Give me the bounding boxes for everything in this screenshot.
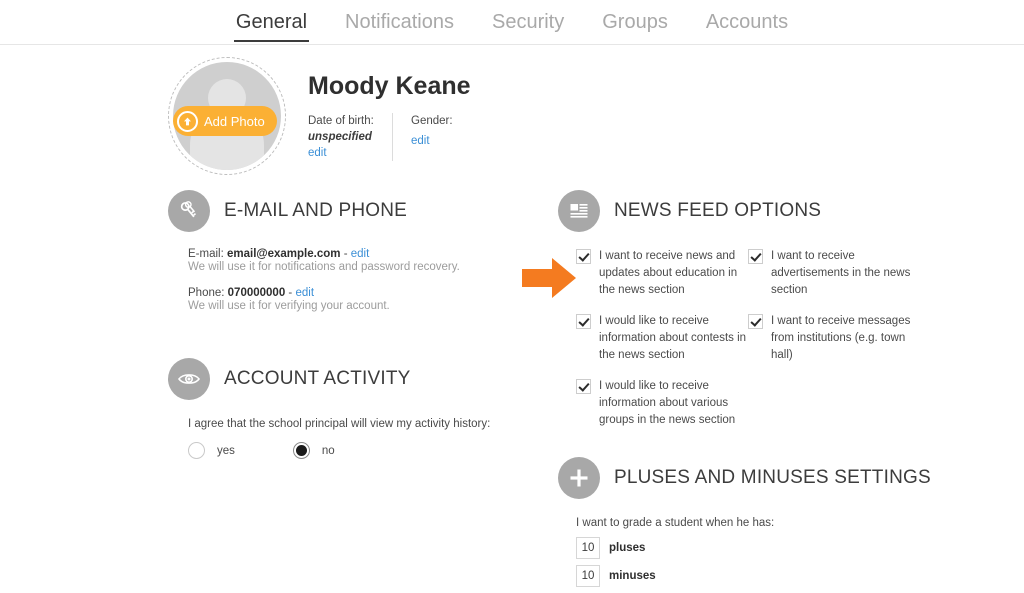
news-feed-title: NEWS FEED OPTIONS <box>614 200 822 221</box>
tab-groups[interactable]: Groups <box>600 10 670 40</box>
pluses-minuses-question: I want to grade a student when he has: <box>576 517 775 529</box>
radio-no-label: no <box>321 444 335 457</box>
left-column: E-MAIL AND PHONE E-mail: email@example.c… <box>168 190 528 459</box>
pluses-input[interactable] <box>576 537 600 559</box>
checkbox-icon[interactable] <box>576 249 591 264</box>
contact-details: E-mail: email@example.com - edit We will… <box>188 248 528 312</box>
checkbox-option-institutions[interactable]: I want to receive messages from institut… <box>748 313 920 364</box>
tab-accounts[interactable]: Accounts <box>704 10 790 40</box>
avatar[interactable]: Add Photo <box>168 57 286 175</box>
email-row: E-mail: email@example.com - edit <box>188 248 528 260</box>
pluses-minuses-section: PLUSES AND MINUSES SETTINGS I want to gr… <box>522 258 978 587</box>
checkbox-option-advertisements[interactable]: I want to receive advertisements in the … <box>748 248 920 299</box>
email-phone-title: E-MAIL AND PHONE <box>224 200 408 221</box>
profile-info: Moody Keane Date of birth: unspecified e… <box>308 57 476 161</box>
tab-notifications[interactable]: Notifications <box>343 10 456 40</box>
pluses-minuses-section-header: PLUSES AND MINUSES SETTINGS <box>558 457 978 499</box>
plus-icon <box>558 457 600 499</box>
gender-edit-link[interactable]: edit <box>411 133 476 149</box>
email-edit-link[interactable]: edit <box>351 248 370 260</box>
upload-arrow-icon <box>177 110 198 132</box>
email-separator: - <box>343 248 348 260</box>
radio-no[interactable] <box>292 442 310 459</box>
date-of-birth-label: Date of birth: <box>308 115 374 127</box>
phone-label: Phone: <box>188 287 225 299</box>
checkbox-option-news-updates[interactable]: I want to receive news and updates about… <box>576 248 748 299</box>
settings-tabbar: General Notifications Security Groups Ac… <box>0 0 1024 45</box>
keys-icon <box>168 190 210 232</box>
gender-label: Gender: <box>411 115 453 127</box>
checkbox-label: I would like to receive information abou… <box>599 380 736 426</box>
phone-row: Phone: 070000000 - edit <box>188 287 528 299</box>
profile-header: Add Photo Moody Keane Date of birth: uns… <box>168 57 476 175</box>
minuses-row: minuses <box>576 565 978 587</box>
news-feed-section-header: NEWS FEED OPTIONS <box>558 190 978 232</box>
checkbox-icon[interactable] <box>576 379 591 394</box>
tab-security[interactable]: Security <box>490 10 566 40</box>
profile-name: Moody Keane <box>308 72 471 100</box>
email-value: email@example.com <box>226 248 341 260</box>
phone-hint: We will use it for verifying your accoun… <box>188 300 390 312</box>
date-of-birth-field: Date of birth: unspecified edit <box>308 113 392 161</box>
radio-yes-label: yes <box>217 444 235 457</box>
email-phone-section-header: E-MAIL AND PHONE <box>168 190 528 232</box>
checkbox-icon[interactable] <box>748 314 763 329</box>
profile-meta-row: Date of birth: unspecified edit Gender: … <box>308 113 476 161</box>
tab-general[interactable]: General <box>233 10 310 42</box>
checkbox-icon[interactable] <box>576 314 591 329</box>
checkbox-icon[interactable] <box>748 249 763 264</box>
date-of-birth-edit-link[interactable]: edit <box>308 145 392 161</box>
account-activity-section: ACCOUNT ACTIVITY I agree that the school… <box>168 358 528 459</box>
checkbox-label: I would like to receive information abou… <box>599 315 747 361</box>
radio-yes[interactable] <box>188 442 205 459</box>
phone-separator: - <box>288 287 293 299</box>
minuses-input[interactable] <box>576 565 600 587</box>
phone-edit-link[interactable]: edit <box>295 287 314 299</box>
phone-value: 070000000 <box>227 287 286 299</box>
right-column: NEWS FEED OPTIONS I want to receive news… <box>522 190 978 593</box>
pluses-label: pluses <box>609 542 646 554</box>
pluses-row: pluses <box>576 537 978 559</box>
account-activity-title: ACCOUNT ACTIVITY <box>224 368 411 389</box>
account-activity-section-header: ACCOUNT ACTIVITY <box>168 358 528 400</box>
checkbox-label: I want to receive messages from institut… <box>771 315 911 361</box>
add-photo-button[interactable]: Add Photo <box>173 106 277 136</box>
eye-icon <box>168 358 210 400</box>
pluses-minuses-body: I want to grade a student when he has: p… <box>522 258 978 587</box>
add-photo-label: Add Photo <box>204 113 265 129</box>
minuses-label: minuses <box>609 570 656 582</box>
account-activity-radio-group: yes no <box>188 442 528 459</box>
account-activity-body: I agree that the school principal will v… <box>188 418 528 459</box>
checkbox-label: I want to receive advertisements in the … <box>771 250 911 296</box>
checkbox-label: I want to receive news and updates about… <box>599 250 738 296</box>
newspaper-icon <box>558 190 600 232</box>
gender-field: Gender: edit <box>392 113 476 161</box>
pluses-minuses-title: PLUSES AND MINUSES SETTINGS <box>614 467 931 488</box>
email-label: E-mail: <box>188 248 224 260</box>
news-feed-options: I want to receive news and updates about… <box>576 248 978 429</box>
email-hint: We will use it for notifications and pas… <box>188 261 460 273</box>
checkbox-option-groups[interactable]: I would like to receive information abou… <box>576 378 748 429</box>
checkbox-option-contests[interactable]: I would like to receive information abou… <box>576 313 748 364</box>
orange-arrow-pointer-icon <box>522 258 576 298</box>
date-of-birth-value: unspecified <box>308 131 372 143</box>
account-activity-question: I agree that the school principal will v… <box>188 418 491 430</box>
